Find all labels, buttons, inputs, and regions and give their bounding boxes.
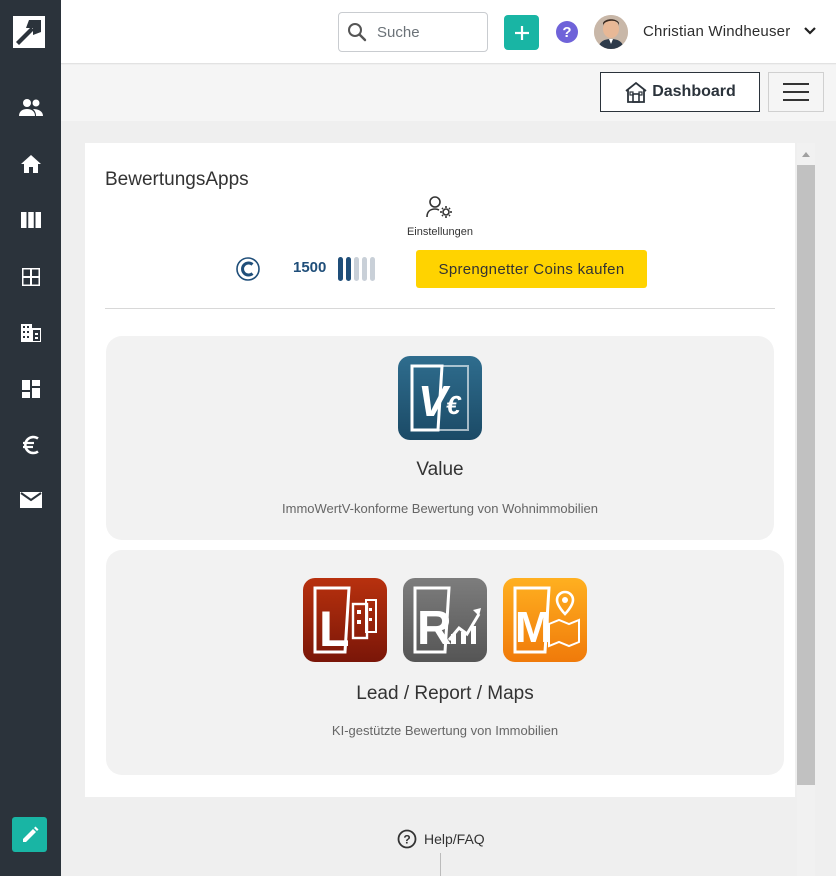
sidebar-item-finance[interactable]	[0, 427, 61, 463]
bewertungsapps-card: BewertungsApps Einstellungen 1500 Spreng…	[85, 143, 795, 797]
logo[interactable]	[13, 16, 45, 48]
sidebar	[0, 0, 61, 876]
svg-text:M: M	[515, 603, 552, 652]
hamburger-icon	[783, 83, 809, 101]
search-box[interactable]	[338, 12, 488, 52]
lead-app-icon: L	[303, 578, 387, 662]
help-button[interactable]: ?	[556, 21, 578, 43]
chevron-down-icon	[804, 27, 816, 35]
sidebar-item-columns[interactable]	[0, 202, 61, 238]
user-menu-toggle[interactable]	[803, 24, 817, 43]
scroll-up-arrow[interactable]	[797, 147, 815, 161]
buy-coins-button[interactable]: Sprengnetter Coins kaufen	[416, 250, 647, 288]
help-faq-link[interactable]: ? Help/FAQ	[397, 829, 485, 849]
hamburger-menu-button[interactable]	[768, 72, 824, 112]
svg-text:L: L	[319, 601, 350, 657]
dashboard-button[interactable]: Dashboard	[600, 72, 760, 112]
home-icon	[20, 155, 41, 173]
triangle-up-icon	[802, 152, 810, 157]
app-tile-lead-report-maps[interactable]: L R M Lead / Report / Maps KI-gestützte …	[106, 550, 784, 775]
user-settings-icon	[426, 196, 452, 218]
coin-icon	[236, 257, 260, 286]
avatar[interactable]	[594, 15, 628, 49]
app-tile-value[interactable]: V € Value ImmoWertV-konforme Bewertung v…	[106, 336, 774, 540]
page-title: BewertungsApps	[105, 169, 249, 190]
subbar: Dashboard	[61, 65, 836, 121]
sidebar-item-dashboard[interactable]	[0, 371, 61, 407]
grid-icon	[21, 268, 40, 286]
topbar: ? Christian Windheuser	[61, 0, 836, 64]
sidebar-item-home[interactable]	[0, 146, 61, 182]
help-faq-label: Help/FAQ	[424, 831, 485, 847]
sidebar-item-grid[interactable]	[0, 259, 61, 295]
edit-button[interactable]	[12, 817, 47, 852]
maps-app-icon: M	[503, 578, 587, 662]
edit-icon	[22, 826, 38, 842]
user-name[interactable]: Christian Windheuser	[643, 23, 790, 40]
question-circle-icon: ?	[397, 829, 417, 849]
svg-text:€: €	[446, 390, 462, 420]
dashboard-button-label: Dashboard	[652, 83, 736, 100]
settings-label: Einstellungen	[406, 226, 474, 238]
svg-text:?: ?	[403, 833, 410, 847]
search-input[interactable]	[377, 23, 477, 41]
svg-text:R: R	[417, 602, 452, 655]
house-icon	[625, 81, 647, 103]
mail-icon	[19, 492, 42, 508]
sidebar-item-contacts[interactable]	[0, 89, 61, 125]
tile-description: ImmoWertV-konforme Bewertung von Wohnimm…	[282, 501, 598, 516]
sidebar-item-mail[interactable]	[0, 482, 61, 518]
scrollbar[interactable]	[797, 143, 815, 876]
euro-icon	[22, 435, 39, 455]
tile-title: Value	[416, 459, 464, 480]
columns-icon	[20, 212, 41, 228]
footer-divider	[440, 853, 441, 876]
tile-description: KI-gestützte Bewertung von Immobilien	[331, 723, 559, 738]
plus-icon	[514, 25, 529, 40]
tile-title: Lead / Report / Maps	[356, 683, 534, 704]
settings-button[interactable]: Einstellungen	[390, 195, 490, 238]
people-icon	[18, 99, 43, 116]
value-app-icon: V €	[398, 356, 482, 440]
dashboard-icon	[21, 380, 40, 398]
building-icon	[20, 324, 41, 342]
search-icon	[348, 23, 367, 42]
add-button[interactable]	[504, 15, 539, 50]
scrollbar-thumb[interactable]	[797, 165, 815, 785]
coin-count: 1500	[293, 259, 327, 276]
divider	[105, 308, 775, 309]
sidebar-item-buildings[interactable]	[0, 315, 61, 351]
report-app-icon: R	[403, 578, 487, 662]
coin-level-indicator	[338, 257, 375, 281]
